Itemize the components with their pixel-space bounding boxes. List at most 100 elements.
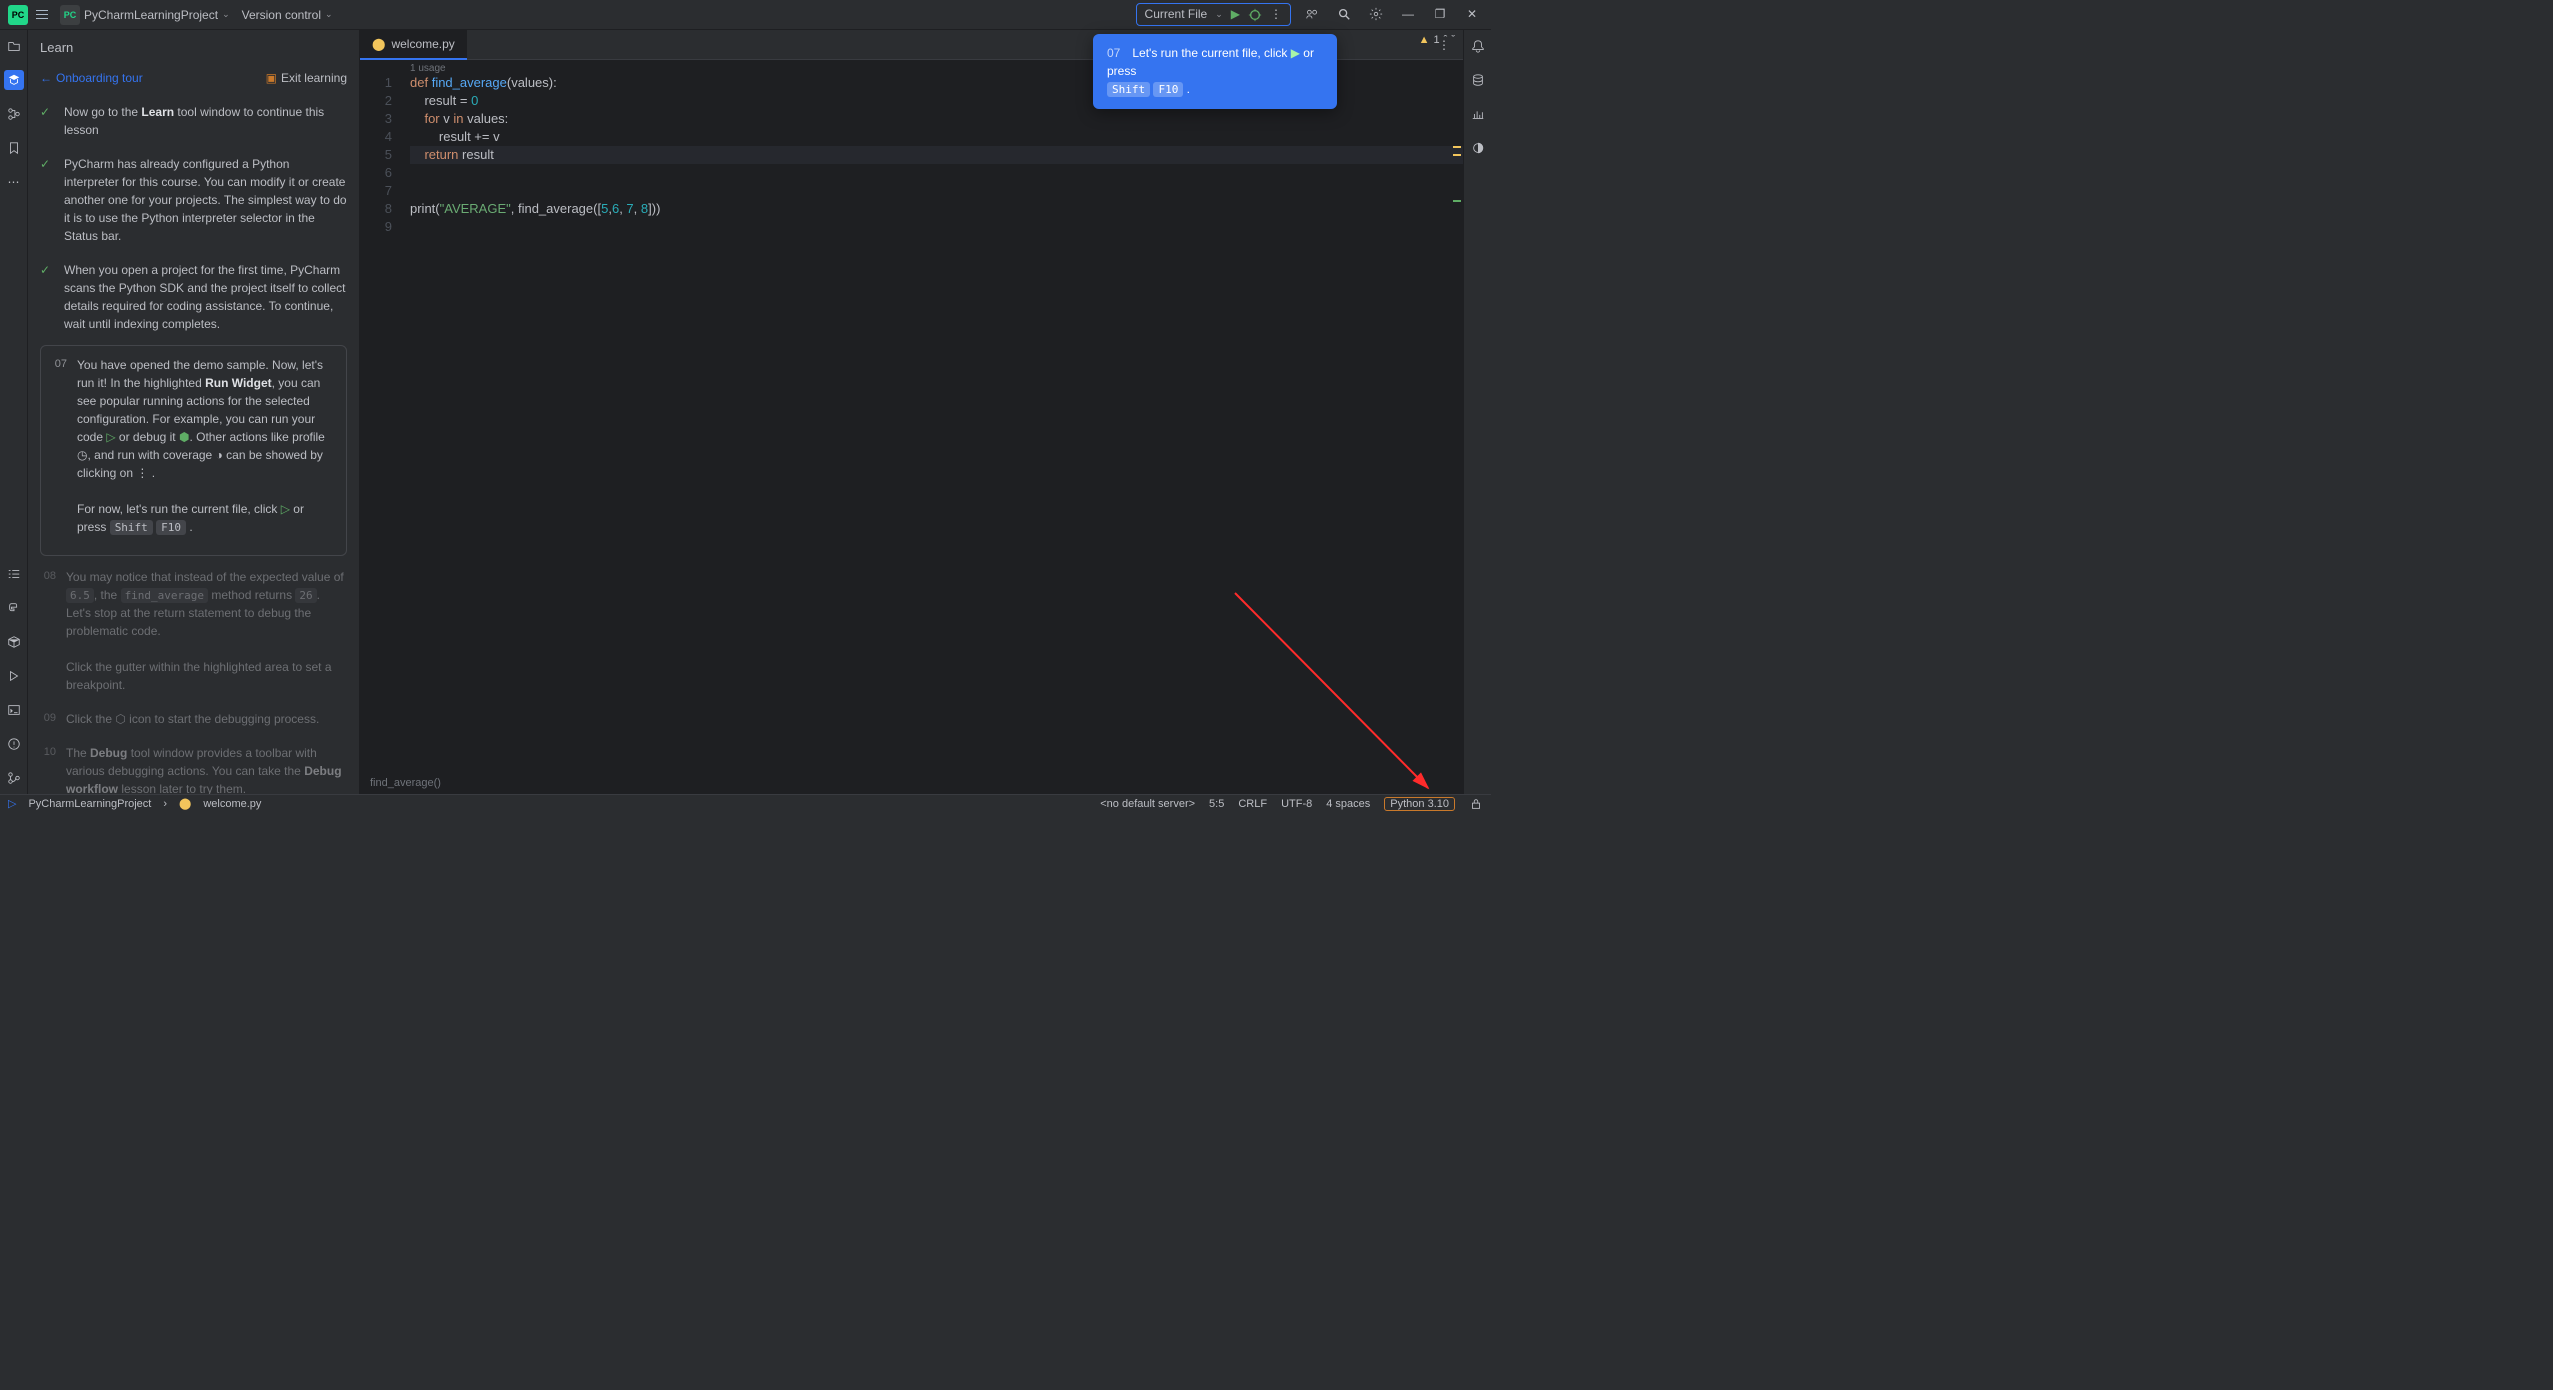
exit-label: Exit learning [281, 71, 347, 85]
run-icon: ▶ [1291, 46, 1300, 60]
status-bar: ▷ PyCharmLearningProject › ⬤ welcome.py … [0, 794, 1491, 812]
error-stripe[interactable] [1451, 60, 1463, 772]
learn-title: Learn [28, 30, 359, 65]
project-name: PyCharmLearningProject [84, 8, 218, 22]
more-tools-icon[interactable]: ⋯ [4, 172, 24, 192]
profile-icon: ◷ [77, 448, 87, 462]
status-line-sep[interactable]: CRLF [1238, 798, 1267, 810]
status-project[interactable]: PyCharmLearningProject [28, 798, 151, 810]
learn-tool-window: Learn ← Onboarding tour ▣ Exit learning … [28, 30, 360, 794]
breadcrumb-bar[interactable]: find_average() [360, 772, 1463, 794]
search-icon[interactable] [1333, 3, 1355, 25]
check-icon: ✓ [40, 155, 54, 245]
kbd-shift: Shift [110, 520, 153, 535]
run-icon: ▷ [106, 430, 115, 444]
python-packages-icon[interactable] [4, 632, 24, 652]
kbd-f10: F10 [156, 520, 186, 535]
lesson-step-future: 09 Click the ⬡ icon to start the debuggi… [40, 702, 347, 736]
step-number: 08 [40, 568, 56, 695]
vcs-tool-icon[interactable] [4, 768, 24, 788]
database-tool-icon[interactable] [1468, 70, 1488, 90]
step-number: 09 [40, 710, 56, 728]
minimize-icon[interactable]: — [1397, 3, 1419, 25]
project-icon: PC [60, 5, 80, 25]
settings-icon[interactable] [1365, 3, 1387, 25]
vcs-label: Version control [242, 8, 321, 22]
current-step-box: 07 You have opened the demo sample. Now,… [40, 345, 347, 556]
left-tool-rail: ⋯ [0, 30, 28, 794]
close-icon[interactable]: ✕ [1461, 3, 1483, 25]
run-icon: ▷ [281, 502, 290, 516]
breadcrumb[interactable]: find_average() [370, 777, 441, 789]
bookmarks-tool-icon[interactable] [4, 138, 24, 158]
back-label: Onboarding tour [56, 71, 143, 85]
coverage-tool-icon[interactable] [1468, 138, 1488, 158]
status-server[interactable]: <no default server> [1100, 798, 1195, 810]
project-tool-icon[interactable] [4, 36, 24, 56]
todo-tool-icon[interactable] [4, 564, 24, 584]
chevron-up-icon[interactable]: ˆ [1444, 34, 1448, 46]
warning-icon: ▲ [1419, 34, 1430, 46]
python-file-icon: ⬤ [179, 797, 191, 810]
code-with-me-icon[interactable] [1301, 3, 1323, 25]
problems-tool-icon[interactable] [4, 734, 24, 754]
exit-learning-link[interactable]: ▣ Exit learning [266, 71, 347, 85]
sciview-tool-icon[interactable] [1468, 104, 1488, 124]
notifications-icon[interactable] [1468, 36, 1488, 56]
debug-icon: ⬡ [115, 712, 125, 726]
python-file-icon: ⬤ [372, 37, 385, 51]
step-number: 10 [40, 744, 56, 794]
lesson-step-future: 08 You may notice that instead of the ex… [40, 560, 347, 703]
tooltip-step-num: 07 [1107, 44, 1129, 62]
lesson-step-future: 10 The Debug tool window provides a tool… [40, 736, 347, 794]
lesson-text: You have opened the demo sample. Now, le… [77, 356, 336, 537]
vcs-dropdown[interactable]: Version control ⌄ [242, 8, 333, 22]
structure-tool-icon[interactable] [4, 104, 24, 124]
project-dropdown[interactable]: PyCharmLearningProject ⌄ [84, 8, 230, 22]
services-tool-icon[interactable] [4, 666, 24, 686]
chevron-down-icon[interactable]: ˇ [1451, 34, 1455, 46]
restore-icon[interactable]: ❐ [1429, 3, 1451, 25]
status-file[interactable]: welcome.py [203, 798, 261, 810]
coverage-icon: ◑ [216, 448, 223, 462]
status-encoding[interactable]: UTF-8 [1281, 798, 1312, 810]
onboarding-back-link[interactable]: ← Onboarding tour [40, 71, 143, 85]
usage-inlay[interactable]: 1 usage [410, 60, 446, 78]
chevron-down-icon: ⌄ [222, 9, 230, 20]
debug-icon[interactable] [1248, 7, 1262, 22]
chevron-down-icon: ⌄ [325, 9, 333, 20]
lesson-text: You may notice that instead of the expec… [66, 568, 347, 695]
kbd-shift: Shift [1107, 82, 1150, 97]
python-interpreter-selector[interactable]: Python 3.10 [1384, 797, 1455, 811]
title-bar: PC PC PyCharmLearningProject ⌄ Version co… [0, 0, 1491, 30]
lesson-text: The Debug tool window provides a toolbar… [66, 744, 347, 794]
pycharm-logo-icon: PC [8, 5, 28, 25]
status-lock-icon[interactable] [1469, 797, 1483, 811]
status-indent[interactable]: 4 spaces [1326, 798, 1370, 810]
more-actions-icon[interactable]: ⋮ [1270, 7, 1282, 21]
lesson-step-done: ✓ PyCharm has already configured a Pytho… [40, 147, 347, 253]
code-editor[interactable]: 1 usage 123456789 def find_average(value… [360, 60, 1463, 772]
chevron-down-icon: ⌄ [1215, 9, 1223, 20]
terminal-tool-icon[interactable] [4, 700, 24, 720]
kbd-f10: F10 [1153, 82, 1183, 97]
main-menu-button[interactable] [34, 7, 50, 23]
lesson-text: PyCharm has already configured a Python … [64, 155, 347, 245]
inspection-widget[interactable]: ▲1 ˆ ˇ [1419, 34, 1455, 46]
gutter[interactable]: 123456789 [360, 74, 400, 236]
run-icon[interactable]: ▶ [1231, 7, 1240, 21]
status-position[interactable]: 5:5 [1209, 798, 1224, 810]
chevron-right-icon: › [163, 798, 167, 810]
python-console-icon[interactable] [4, 598, 24, 618]
project-status-icon[interactable]: ▷ [8, 797, 16, 810]
run-widget[interactable]: Current File ⌄ ▶ ⋮ [1136, 3, 1291, 26]
editor-area: ⬤ welcome.py ⋮ 1 usage 123456789 def fin… [360, 30, 1463, 794]
check-icon: ✓ [40, 103, 54, 139]
step-number: 07 [51, 356, 67, 537]
editor-tab[interactable]: ⬤ welcome.py [360, 30, 467, 60]
lesson-list[interactable]: ✓ Now go to the Learn tool window to con… [28, 95, 359, 794]
debug-icon: ⬢ [179, 430, 189, 444]
learn-tool-icon[interactable] [4, 70, 24, 90]
lesson-text: Click the ⬡ icon to start the debugging … [66, 710, 347, 728]
more-icon: ⋮ [136, 466, 148, 480]
